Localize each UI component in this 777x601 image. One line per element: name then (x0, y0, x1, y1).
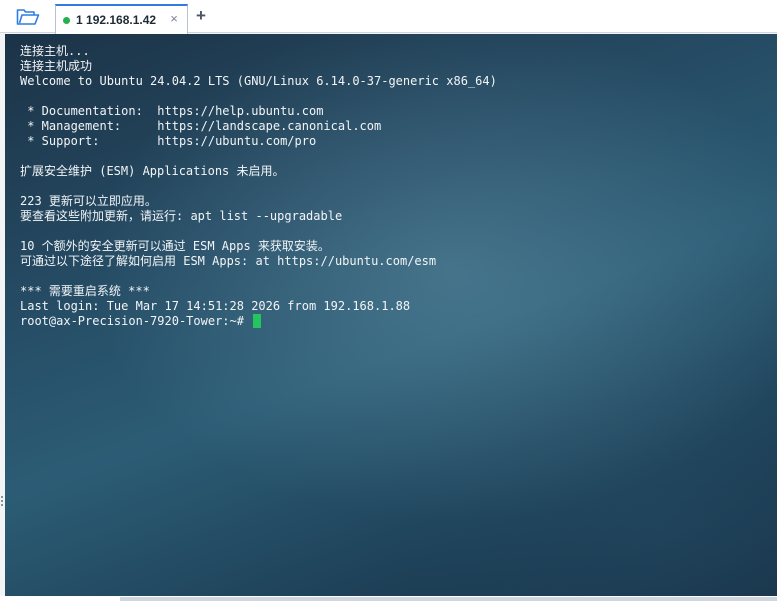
terminal-output: 连接主机... 连接主机成功 Welcome to Ubuntu 24.04.2… (20, 44, 497, 329)
terminal-line: 223 更新可以立即应用。 (20, 194, 157, 208)
terminal-line: Welcome to Ubuntu 24.04.2 LTS (GNU/Linux… (20, 74, 497, 88)
text-cursor (253, 314, 262, 328)
terminal-line: *** 需要重启系统 *** (20, 284, 150, 298)
tab-session-1[interactable]: 1 192.168.1.42 × (55, 4, 188, 34)
terminal-line: * Management: https://landscape.canonica… (20, 119, 382, 133)
tab-label: 1 192.168.1.42 (76, 13, 156, 27)
terminal-line: 扩展安全维护 (ESM) Applications 未启用。 (20, 164, 285, 178)
terminal-line: 连接主机成功 (20, 59, 93, 73)
terminal-line: 连接主机... (20, 44, 90, 58)
terminal-line: * Support: https://ubuntu.com/pro (20, 134, 317, 148)
terminal-line: 可通过以下途径了解如何启用 ESM Apps: at https://ubunt… (20, 254, 437, 268)
terminal-screen[interactable]: 连接主机... 连接主机成功 Welcome to Ubuntu 24.04.2… (5, 34, 777, 596)
folder-open-icon (16, 9, 40, 25)
tab-number: 1 (76, 13, 83, 27)
horizontal-scrollbar[interactable] (120, 597, 777, 601)
terminal-line: Last login: Tue Mar 17 14:51:28 2026 fro… (20, 299, 411, 313)
tab-close-icon[interactable]: × (167, 12, 181, 26)
open-folder-button[interactable] (14, 6, 42, 28)
tab-bar: 1 192.168.1.42 × + (0, 0, 777, 34)
panel-resize-grip[interactable] (0, 496, 4, 510)
terminal-line: 10 个额外的安全更新可以通过 ESM Apps 来获取安装。 (20, 239, 330, 253)
terminal-line: 要查看这些附加更新，请运行: apt list --upgradable (20, 209, 343, 223)
terminal-prompt-line[interactable]: root@ax-Precision-7920-Tower:~# (20, 314, 497, 329)
shell-prompt: root@ax-Precision-7920-Tower:~# (20, 314, 252, 328)
new-tab-button[interactable]: + (192, 7, 210, 25)
terminal-line: * Documentation: https://help.ubuntu.com (20, 104, 324, 118)
tab-host: 192.168.1.42 (86, 13, 157, 27)
terminal-app-window: 1 192.168.1.42 × + 连接主机... 连接主机成功 Welcom… (0, 0, 777, 601)
connection-status-dot (63, 16, 70, 24)
